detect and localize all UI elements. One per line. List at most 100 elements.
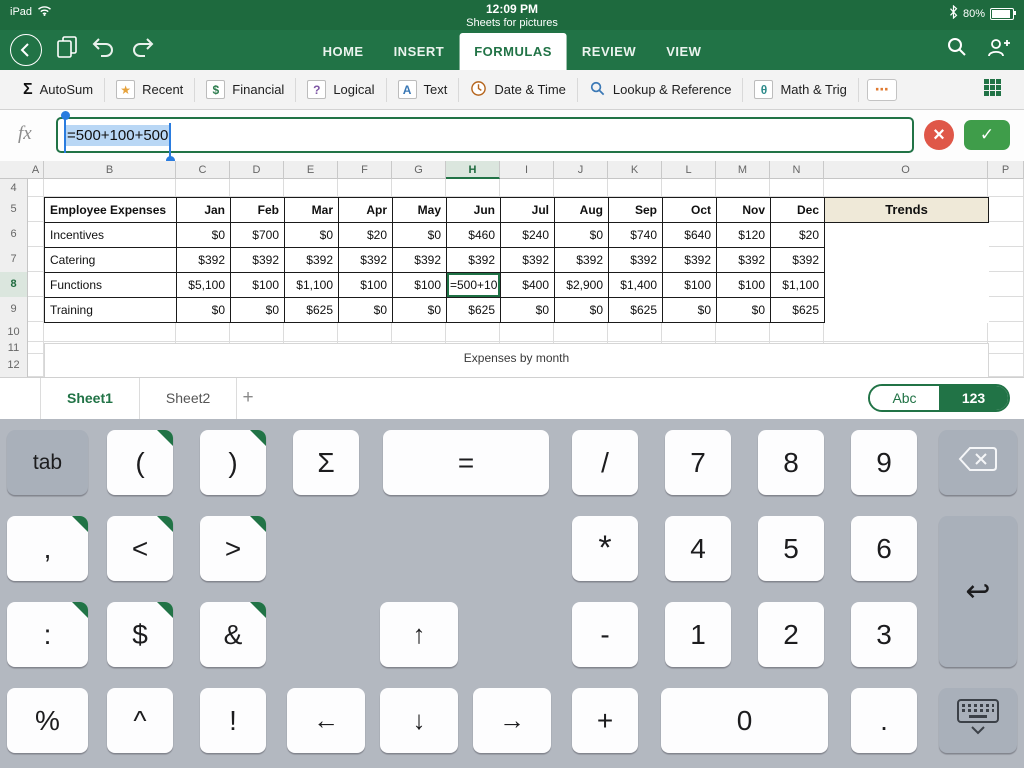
cell-K5[interactable]: Sep [609, 198, 663, 223]
key-arrow-left[interactable]: ← [287, 688, 365, 753]
cell-H6[interactable]: $460 [447, 223, 501, 248]
cell-E5[interactable]: Mar [285, 198, 339, 223]
column-header-P[interactable]: P [988, 161, 1024, 179]
cell-B8[interactable]: Functions [45, 273, 177, 298]
cell-I6[interactable]: $240 [501, 223, 555, 248]
cell-C5[interactable]: Jan [177, 198, 231, 223]
cell-K7[interactable]: $392 [609, 248, 663, 273]
cell-D6[interactable]: $700 [231, 223, 285, 248]
cell-E8[interactable]: $1,100 [285, 273, 339, 298]
undo-button[interactable] [92, 37, 116, 63]
row-header-7[interactable]: 7 [0, 247, 27, 272]
search-icon[interactable] [946, 36, 968, 63]
cell-G8[interactable]: $100 [393, 273, 447, 298]
confirm-button[interactable]: ✓ [964, 120, 1010, 150]
key-exclamation[interactable]: ! [200, 688, 266, 753]
chart-object[interactable]: Expenses by month [44, 343, 989, 377]
key-arrow-down[interactable]: ↓ [380, 688, 458, 753]
row-header-4[interactable]: 4 [0, 179, 27, 197]
cell-L5[interactable]: Oct [663, 198, 717, 223]
cell-I8[interactable]: $400 [501, 273, 555, 298]
cell-C9[interactable]: $0 [177, 298, 231, 323]
column-header-C[interactable]: C [176, 161, 230, 179]
column-header-F[interactable]: F [338, 161, 392, 179]
cancel-button[interactable]: × [924, 120, 954, 150]
toolbar-item-logical[interactable]: ?Logical [296, 80, 385, 99]
column-header-H[interactable]: H [446, 161, 500, 179]
key-4[interactable]: 4 [665, 516, 731, 581]
cell-C6[interactable]: $0 [177, 223, 231, 248]
cell-L8[interactable]: $100 [663, 273, 717, 298]
column-header-K[interactable]: K [608, 161, 662, 179]
row-header-9[interactable]: 9 [0, 297, 27, 322]
toolbar-item-lookup-reference[interactable]: Lookup & Reference [578, 80, 743, 100]
cell-E7[interactable]: $392 [285, 248, 339, 273]
cell-N6[interactable]: $20 [771, 223, 825, 248]
key-9[interactable]: 9 [851, 430, 917, 495]
cell-H9[interactable]: $625 [447, 298, 501, 323]
toolbar-item-date-time[interactable]: Date & Time [459, 80, 577, 100]
cell-J8[interactable]: $2,900 [555, 273, 609, 298]
cell-E9[interactable]: $625 [285, 298, 339, 323]
column-header-O[interactable]: O [824, 161, 988, 179]
cell-J5[interactable]: Aug [555, 198, 609, 223]
cell-H8[interactable]: =500+10 [447, 273, 501, 298]
key-0[interactable]: 0 [661, 688, 828, 753]
ribbon-tab-review[interactable]: REVIEW [567, 33, 651, 70]
row-header-6[interactable]: 6 [0, 222, 27, 247]
cell-D9[interactable]: $0 [231, 298, 285, 323]
key-arrow-up[interactable]: ↑ [380, 602, 458, 667]
cell-D7[interactable]: $392 [231, 248, 285, 273]
column-header-A[interactable]: A [28, 161, 44, 179]
cell-M5[interactable]: Nov [717, 198, 771, 223]
mode-abc-button[interactable]: Abc [870, 386, 939, 410]
cell-E6[interactable]: $0 [285, 223, 339, 248]
add-sheet-button[interactable]: + [232, 378, 264, 418]
toolbar-item-text[interactable]: AText [387, 80, 459, 99]
key-plus[interactable]: + [572, 688, 638, 753]
sheet-tab-sheet1[interactable]: Sheet1 [40, 378, 140, 419]
key-comma[interactable]: , [7, 516, 88, 581]
cell-M6[interactable]: $120 [717, 223, 771, 248]
key-minus[interactable]: - [572, 602, 638, 667]
cell-F5[interactable]: Apr [339, 198, 393, 223]
toolbar-item-math-trig[interactable]: θMath & Trig [743, 80, 857, 99]
cell-F6[interactable]: $20 [339, 223, 393, 248]
cell-F7[interactable]: $392 [339, 248, 393, 273]
row-header-12[interactable]: 12 [0, 354, 27, 377]
key-tab[interactable]: tab [7, 430, 88, 495]
cell-I9[interactable]: $0 [501, 298, 555, 323]
row-header-10[interactable]: 10 [0, 322, 27, 342]
sheet-tab-sheet2[interactable]: Sheet2 [140, 378, 237, 419]
ribbon-tab-insert[interactable]: INSERT [379, 33, 460, 70]
formula-input[interactable]: =500+100+500 [56, 117, 914, 153]
cell-I7[interactable]: $392 [501, 248, 555, 273]
cell-C8[interactable]: $5,100 [177, 273, 231, 298]
key-7[interactable]: 7 [665, 430, 731, 495]
mode-123-button[interactable]: 123 [939, 386, 1008, 410]
column-header-J[interactable]: J [554, 161, 608, 179]
cell-G7[interactable]: $392 [393, 248, 447, 273]
cell-F9[interactable]: $0 [339, 298, 393, 323]
column-header-G[interactable]: G [392, 161, 446, 179]
cell-K9[interactable]: $625 [609, 298, 663, 323]
key-caret[interactable]: ^ [107, 688, 173, 753]
column-header-B[interactable]: B [44, 161, 176, 179]
cell-J7[interactable]: $392 [555, 248, 609, 273]
key-divide[interactable]: / [572, 430, 638, 495]
key-1[interactable]: 1 [665, 602, 731, 667]
row-header-8[interactable]: 8 [0, 272, 27, 297]
cell-D8[interactable]: $100 [231, 273, 285, 298]
selection-handle-right[interactable] [169, 123, 171, 157]
key-dismiss-keyboard[interactable] [939, 688, 1017, 753]
cell-K6[interactable]: $740 [609, 223, 663, 248]
cell-M7[interactable]: $392 [717, 248, 771, 273]
back-button[interactable] [10, 34, 42, 66]
key-decimal[interactable]: . [851, 688, 917, 753]
cell-M8[interactable]: $100 [717, 273, 771, 298]
key-less-than[interactable]: < [107, 516, 173, 581]
key-2[interactable]: 2 [758, 602, 824, 667]
cell-L7[interactable]: $392 [663, 248, 717, 273]
toolbar-item-recent[interactable]: ★Recent [105, 80, 194, 99]
row-header-11[interactable]: 11 [0, 342, 27, 354]
